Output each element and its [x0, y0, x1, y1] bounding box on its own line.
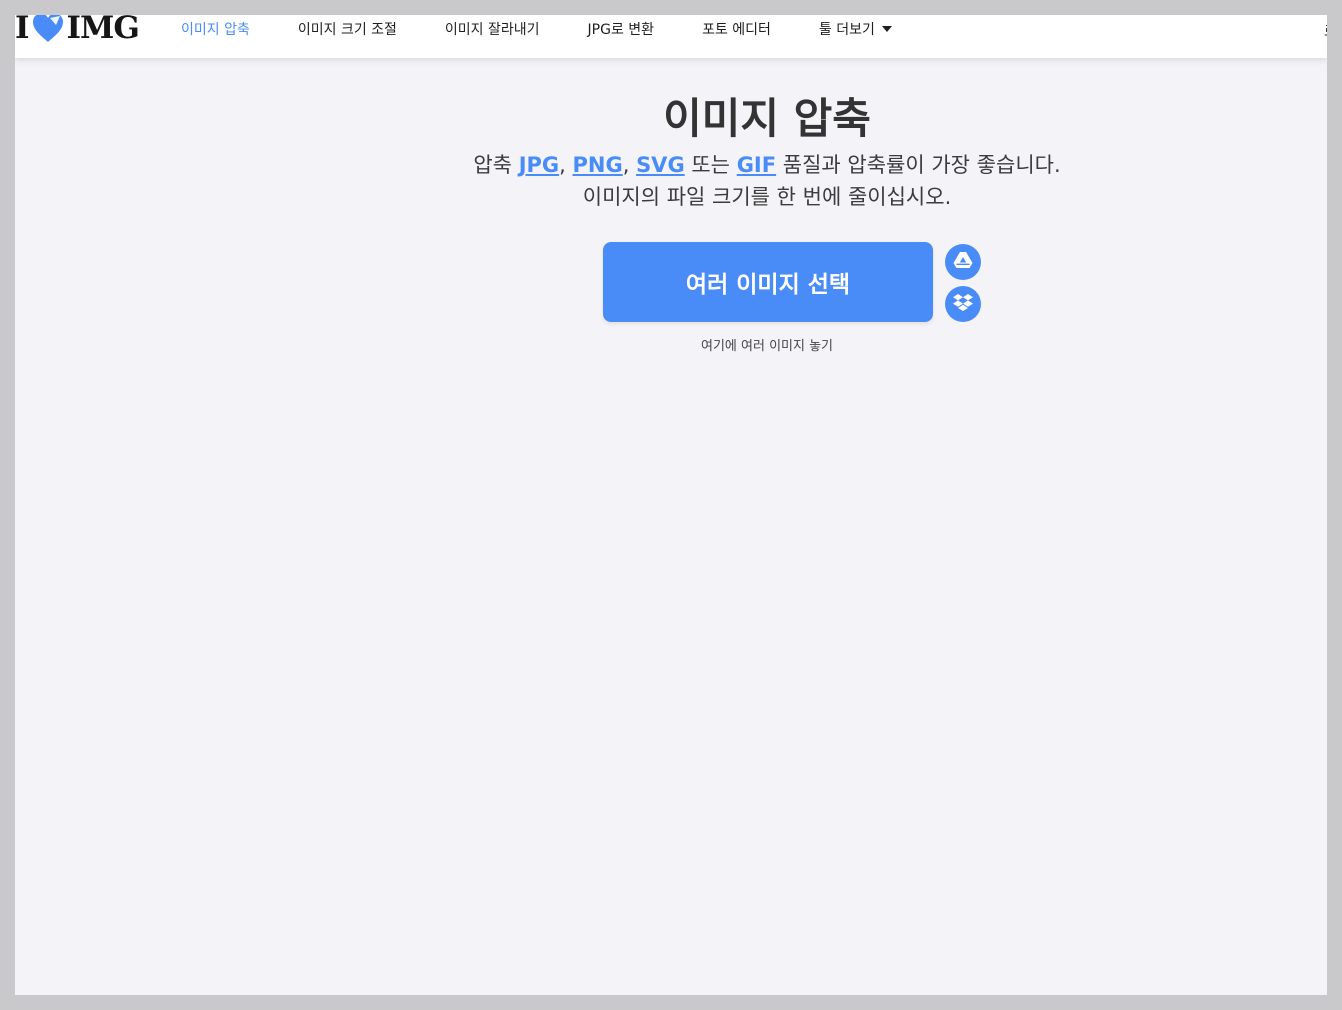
subtitle-prefix: 압축 [473, 153, 519, 177]
dropbox-icon [953, 293, 973, 315]
subtitle-line-1: 압축 JPG, PNG, SVG 또는 GIF 품질과 압축률이 가장 좋습니다… [15, 149, 1327, 181]
logo-letter-i: I [15, 15, 29, 46]
subtitle-separator: , [622, 153, 637, 177]
format-link-gif[interactable]: GIF [737, 153, 776, 177]
format-link-jpg[interactable]: JPG [519, 153, 559, 177]
dropbox-button[interactable] [945, 286, 981, 322]
caret-down-icon [881, 26, 892, 32]
heart-icon [30, 15, 66, 44]
page-subtitle: 압축 JPG, PNG, SVG 또는 GIF 품질과 압축률이 가장 좋습니다… [15, 149, 1327, 213]
subtitle-line-2: 이미지의 파일 크기를 한 번에 줄이십시오. [582, 185, 952, 209]
page-title: 이미지 압축 [663, 94, 871, 143]
nav-item-crop-image[interactable]: 이미지 잘라내기 [445, 19, 540, 39]
subtitle-suffix: 품질과 압축률이 가장 좋습니다. [776, 153, 1061, 177]
subtitle-separator: , [559, 153, 573, 177]
subtitle-separator: 또는 [684, 153, 737, 177]
logo-text-img: IMG [66, 15, 140, 46]
nav-item-label: JPG로 변환 [587, 22, 655, 38]
google-drive-button[interactable] [945, 244, 981, 280]
nav-item-compress-image[interactable]: 이미지 압축 [181, 19, 250, 39]
nav-item-label: 툴 더보기 [818, 22, 875, 38]
nav-item-more-tools[interactable]: 툴 더보기 [819, 19, 892, 39]
top-navigation-bar: I IMG 이미지 압축 이미지 크기 조절 이미지 잘라내기 JPG로 변환 [15, 15, 1327, 58]
main-nav: 이미지 압축 이미지 크기 조절 이미지 잘라내기 JPG로 변환 포토 에디터… [181, 15, 940, 43]
nav-item-photo-editor[interactable]: 포토 에디터 [702, 19, 771, 39]
format-link-png[interactable]: PNG [573, 153, 623, 177]
google-drive-icon [953, 251, 973, 273]
nav-item-label: 포토 에디터 [702, 22, 771, 38]
nav-item-label: 이미지 압축 [181, 22, 250, 38]
page-frame: I IMG 이미지 압축 이미지 크기 조절 이미지 잘라내기 JPG로 변환 [15, 15, 1327, 995]
iloveimg-logo[interactable]: I IMG [15, 15, 140, 46]
nav-item-convert-to-jpg[interactable]: JPG로 변환 [588, 19, 655, 39]
nav-item-label: 이미지 크기 조절 [297, 22, 397, 38]
login-link[interactable]: 로그 [1324, 21, 1327, 41]
select-images-button[interactable]: 여러 이미지 선택 [603, 242, 933, 322]
format-link-svg[interactable]: SVG [636, 153, 685, 177]
nav-item-label: 이미지 잘라내기 [444, 22, 540, 38]
drop-images-hint: 여기에 여러 이미지 놓기 [701, 339, 833, 354]
nav-item-resize-image[interactable]: 이미지 크기 조절 [298, 19, 397, 39]
